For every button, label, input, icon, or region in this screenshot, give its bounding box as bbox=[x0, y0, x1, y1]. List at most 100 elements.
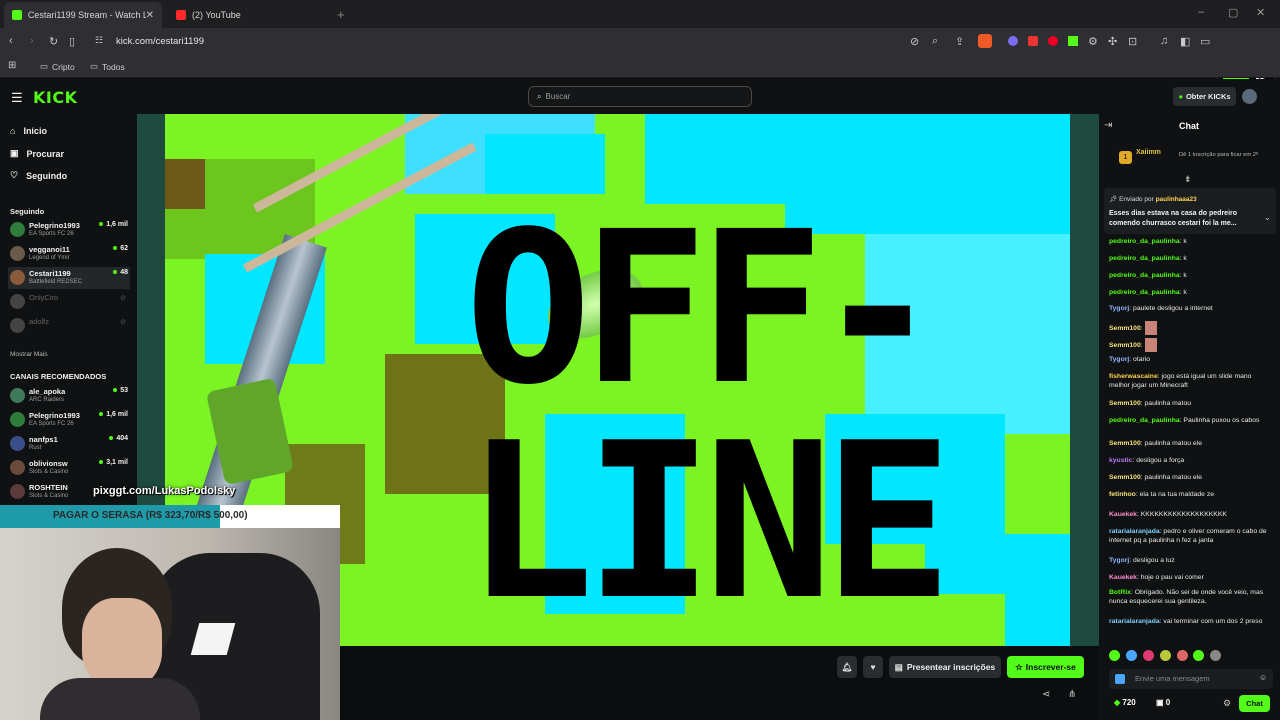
emote-icon[interactable] bbox=[1159, 650, 1171, 661]
get-kicks-button[interactable]: ● Obter KICKs bbox=[1173, 87, 1236, 106]
chat-username[interactable]: ratarialaranjada bbox=[1109, 528, 1160, 535]
address-bar-url[interactable]: kick.com/cestari1199 bbox=[116, 36, 204, 47]
extension-icon[interactable] bbox=[1068, 36, 1078, 46]
mute-icon[interactable]: ⊘ bbox=[910, 35, 919, 48]
puzzle-extensions-icon[interactable]: ✣ bbox=[1108, 35, 1117, 48]
sidebar-channel-recommended[interactable]: nanfps1 Rust 404 bbox=[8, 433, 130, 455]
screenshot-icon[interactable]: ⊡ bbox=[1128, 35, 1137, 48]
window-close-icon[interactable]: ✕ bbox=[1256, 6, 1265, 19]
new-tab-icon[interactable]: + bbox=[337, 7, 345, 22]
extension-icon[interactable] bbox=[1048, 36, 1058, 46]
chat-username[interactable]: pedreiro_da_paulinha bbox=[1109, 238, 1180, 245]
zoom-icon[interactable]: ⌕ bbox=[932, 35, 938, 48]
avatar[interactable] bbox=[1242, 89, 1257, 104]
kick-logo[interactable]: KICK bbox=[33, 88, 78, 107]
sidebar-channel-following[interactable]: OnlyCiro ⊘ bbox=[8, 291, 130, 313]
chat-username[interactable]: BotRix bbox=[1109, 589, 1131, 596]
chat-input[interactable]: Envie uma mensagem ☺ bbox=[1109, 669, 1273, 689]
share-icon[interactable]: ⇪ bbox=[955, 35, 964, 48]
chat-username[interactable]: Semm100 bbox=[1109, 474, 1141, 481]
media-icon[interactable]: ♫ bbox=[1160, 35, 1168, 47]
chat-username[interactable]: pedreiro_da_paulinha bbox=[1109, 289, 1180, 296]
chat-username[interactable]: pedreiro_da_paulinha bbox=[1109, 272, 1180, 279]
emote-picker-icon[interactable] bbox=[1115, 674, 1125, 684]
forward-icon[interactable]: › bbox=[30, 35, 34, 47]
chat-username[interactable]: Tygorj bbox=[1109, 305, 1129, 312]
menu-icon[interactable]: ☰ bbox=[11, 90, 23, 106]
gift-subs-button[interactable]: ▤ Presentear inscrições bbox=[889, 656, 1001, 678]
sidebar-item-procurar[interactable]: ▣ Procurar bbox=[10, 148, 64, 159]
chat-text: paulinha matou ele bbox=[1144, 440, 1202, 447]
chat-username[interactable]: Kauekek bbox=[1109, 574, 1137, 581]
chat-username[interactable]: Semm100 bbox=[1109, 325, 1141, 332]
close-tab-icon[interactable]: ✕ bbox=[146, 10, 154, 21]
bookmark-folder-todos[interactable]: ▭ Todos bbox=[90, 61, 125, 72]
chat-username[interactable]: pedreiro_da_paulinha bbox=[1109, 417, 1180, 424]
wallet-icon[interactable]: ▭ bbox=[1200, 35, 1210, 48]
chat-username[interactable]: pedreiro_da_paulinha bbox=[1109, 255, 1180, 262]
site-info-icon[interactable]: ☷ bbox=[95, 35, 103, 46]
sidebar-channel-following[interactable]: adolfz ⊘ bbox=[8, 315, 130, 337]
share-icon[interactable]: ⋖ bbox=[1042, 689, 1050, 700]
chevron-down-icon[interactable]: ⌄ bbox=[1264, 213, 1271, 222]
chat-username[interactable]: Semm100 bbox=[1109, 342, 1141, 349]
chat-username[interactable]: kyustic bbox=[1109, 457, 1132, 464]
emote-icon[interactable] bbox=[1193, 650, 1205, 661]
expand-chevron-icon[interactable]: ⇟ bbox=[1184, 174, 1192, 185]
pinned-message[interactable]: 📌︎ Enviado por paulinhaaa23 Esses dias e… bbox=[1104, 188, 1276, 234]
webcam-overlay bbox=[0, 528, 340, 720]
chat-settings-icon[interactable]: ⚙ bbox=[1223, 698, 1231, 709]
bookmark-icon[interactable]: ▯ bbox=[69, 35, 75, 48]
viewer-count: 3,1 mil bbox=[99, 459, 128, 466]
emote-icon[interactable] bbox=[1210, 650, 1222, 661]
kicks-coin-icon: ● bbox=[1178, 92, 1183, 101]
back-icon[interactable]: ‹ bbox=[9, 35, 13, 47]
emoji-icon[interactable]: ☺ bbox=[1259, 673, 1267, 682]
minimize-icon[interactable]: – bbox=[1198, 6, 1204, 18]
chat-username[interactable]: Semm100 bbox=[1109, 400, 1141, 407]
chat-username[interactable]: fisherwascaine bbox=[1109, 373, 1158, 380]
send-chat-button[interactable]: Chat bbox=[1239, 695, 1270, 712]
tab-title: (2) YouTube bbox=[192, 10, 241, 20]
chat-username[interactable]: Kauekek bbox=[1109, 511, 1137, 518]
chat-username[interactable]: Tygorj bbox=[1109, 557, 1129, 564]
collapse-chat-icon[interactable]: ⇥ bbox=[1104, 120, 1112, 131]
maximize-icon[interactable]: ▢ bbox=[1228, 6, 1238, 19]
chat-username[interactable]: Semm100 bbox=[1109, 440, 1141, 447]
sidebar-channel-recommended[interactable]: Pelegrino1993 EA Sports FC 26 1,6 mil bbox=[8, 409, 130, 431]
sidebar-channel-following[interactable]: vegganoi11 Legend of Ymir 62 bbox=[8, 243, 130, 265]
apps-grid-icon[interactable]: ⊞ bbox=[8, 60, 16, 71]
reload-icon[interactable]: ↻ bbox=[49, 35, 58, 48]
show-more-link[interactable]: Mostrar Mais bbox=[10, 351, 48, 358]
channel-name: ROSHTEIN bbox=[29, 483, 68, 492]
chat-username[interactable]: Tygorj bbox=[1109, 356, 1129, 363]
emote-icon[interactable] bbox=[1142, 650, 1154, 661]
emote-icon[interactable] bbox=[1109, 650, 1120, 661]
browser-tab-kick[interactable]: Cestari1199 Stream - Watch Live ✕ bbox=[4, 2, 162, 28]
sidebar-channel-recommended[interactable]: oblivionsw Slots & Casino 3,1 mil bbox=[8, 457, 130, 479]
bookmark-folder-cripto[interactable]: ▭ Cripto bbox=[40, 61, 75, 72]
search-input[interactable]: ⌕ Buscar bbox=[528, 86, 752, 107]
pix-overlay-text: pixggt.com/LukasPodolsky bbox=[93, 485, 236, 497]
follow-heart-icon[interactable]: ♥ bbox=[863, 656, 883, 678]
emote-icon[interactable] bbox=[1176, 650, 1188, 661]
browser-tab-youtube[interactable]: (2) YouTube bbox=[168, 2, 326, 28]
brave-shield-icon[interactable] bbox=[978, 34, 992, 48]
settings-icon[interactable]: ⚙ bbox=[1088, 35, 1098, 48]
chat-username[interactable]: fetinhoo bbox=[1109, 491, 1136, 498]
sidebar-toggle-icon[interactable]: ◧ bbox=[1180, 35, 1190, 48]
subscribe-button[interactable]: ☆ Inscrever-se bbox=[1007, 656, 1084, 678]
extension-icon[interactable] bbox=[1028, 36, 1038, 46]
emote-icon[interactable] bbox=[1125, 650, 1137, 661]
notifications-bell-icon[interactable]: 🔔︎ bbox=[837, 656, 857, 678]
clip-icon[interactable]: ⋔ bbox=[1068, 689, 1076, 700]
avatar bbox=[10, 318, 25, 333]
sidebar-channel-following[interactable]: Pelegrino1993 EA Sports FC 26 1,6 mil bbox=[8, 219, 130, 241]
chat-username[interactable]: ratarialaranjada bbox=[1109, 618, 1160, 625]
sidebar-channel-following[interactable]: Cestari1199 Battlefield REDSEC 48 bbox=[8, 267, 130, 289]
sidebar-item-seguindo[interactable]: ♡ Seguindo bbox=[10, 170, 67, 181]
sidebar-channel-recommended[interactable]: ale_apoka ARC Raiders 53 bbox=[8, 385, 130, 407]
extension-icon[interactable] bbox=[1008, 36, 1018, 46]
sidebar-item-inicio[interactable]: ⌂ Início bbox=[10, 126, 47, 136]
channel-name: vegganoi11 bbox=[29, 245, 70, 254]
